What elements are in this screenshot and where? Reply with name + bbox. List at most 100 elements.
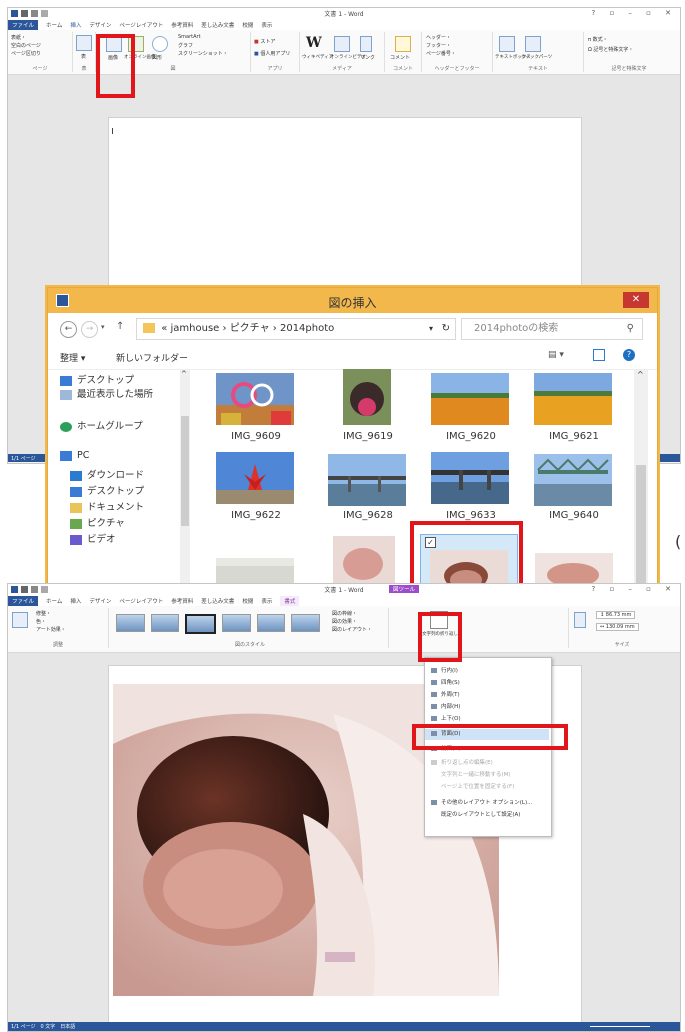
style-thumb-icon[interactable]: [222, 614, 251, 632]
picture-layout-button[interactable]: 図のレイアウト・: [332, 626, 372, 633]
online-video-icon[interactable]: [334, 36, 350, 52]
picture-style-gallery[interactable]: [116, 614, 321, 634]
header-button[interactable]: ヘッダー・: [426, 34, 451, 41]
table-icon[interactable]: [76, 35, 92, 51]
textbox-icon[interactable]: [499, 36, 515, 52]
files-scrollbar[interactable]: ^: [634, 370, 648, 583]
screenshot-button[interactable]: スクリーンショット・: [178, 50, 228, 57]
tab-home[interactable]: ホーム: [46, 597, 62, 605]
view-options-icon[interactable]: ▤ ▾: [548, 350, 564, 360]
artistic-effects-button[interactable]: アート効果・: [36, 626, 66, 633]
photo-item-9640[interactable]: IMG_9640: [526, 452, 621, 526]
footer-button[interactable]: フッター・: [426, 42, 451, 49]
nav-scrollbar[interactable]: ^: [180, 370, 190, 583]
photo-item-9622[interactable]: IMG_9622: [208, 452, 303, 526]
style-thumb-icon[interactable]: [150, 614, 180, 632]
tab-file[interactable]: ファイル: [8, 19, 39, 30]
store-button[interactable]: ■ ストア: [254, 38, 275, 45]
link-icon[interactable]: [360, 36, 372, 52]
photo-item-9619[interactable]: IMG_9619: [320, 369, 415, 447]
style-thumb-icon[interactable]: [185, 614, 217, 634]
files-scroll-up-icon[interactable]: ^: [637, 370, 644, 379]
nav-pictures[interactable]: ピクチャ: [70, 515, 125, 529]
nav-scroll-up-icon[interactable]: ^: [181, 370, 187, 378]
tab-file[interactable]: ファイル: [8, 595, 39, 606]
new-folder-button[interactable]: 新しいフォルダー: [116, 351, 188, 364]
preview-pane-icon[interactable]: [593, 349, 605, 361]
nav-recent-places[interactable]: 最近表示した場所: [60, 386, 153, 400]
color-button[interactable]: 色・: [36, 618, 46, 625]
forward-button[interactable]: →: [81, 321, 98, 338]
my-apps-button[interactable]: ■ 個人用アプリ: [254, 50, 290, 57]
address-dropdown-icon[interactable]: ▾: [429, 319, 433, 339]
photo-item-row3-2[interactable]: [333, 536, 395, 583]
window-controls[interactable]: ? ▫ – ▫ ✕: [592, 9, 677, 17]
tab-page-layout[interactable]: ページレイアウト: [119, 597, 163, 605]
breadcrumb-pictures[interactable]: ピクチャ: [230, 323, 270, 334]
window-controls-bottom[interactable]: ? ▫ – ▫ ✕: [592, 585, 677, 593]
organize-button[interactable]: 整理 ▾: [60, 351, 85, 364]
zoom-slider[interactable]: [590, 1026, 650, 1027]
symbol-button[interactable]: Ω 記号と特殊文字・: [588, 46, 633, 53]
menu-item-square[interactable]: 四角(S): [431, 678, 460, 686]
page-number-button[interactable]: ページ番号・: [426, 50, 456, 57]
tab-review[interactable]: 校閲: [242, 597, 253, 605]
photo-item-9621[interactable]: IMG_9621: [526, 373, 621, 447]
tab-references[interactable]: 参考資料: [171, 21, 193, 29]
nav-documents[interactable]: ドキュメント: [70, 499, 144, 513]
quick-parts-icon[interactable]: [525, 36, 541, 52]
help-icon[interactable]: ?: [623, 349, 635, 361]
comment-icon[interactable]: [395, 36, 411, 52]
nav-pc[interactable]: PC: [60, 450, 89, 461]
nav-homegroup[interactable]: ホームグループ: [60, 418, 143, 432]
width-field[interactable]: ↔ 130.09 mm: [596, 623, 639, 631]
tab-mailings[interactable]: 差し込み文書: [201, 597, 234, 605]
tab-view[interactable]: 表示: [261, 597, 272, 605]
cover-page-button[interactable]: 表紙・: [11, 34, 26, 41]
photo-item-row3-4[interactable]: [535, 553, 613, 583]
chart-button[interactable]: グラフ: [178, 42, 193, 49]
tab-design[interactable]: デザイン: [89, 597, 111, 605]
tab-mailings[interactable]: 差し込み文書: [201, 21, 234, 29]
tab-references[interactable]: 参考資料: [171, 597, 193, 605]
height-field[interactable]: ↕ 86.73 mm: [596, 611, 636, 619]
blank-page-button[interactable]: 空白のページ: [11, 42, 41, 49]
refresh-icon[interactable]: ↻: [442, 319, 450, 339]
picture-border-button[interactable]: 図の枠線・: [332, 610, 357, 617]
style-thumb-icon[interactable]: [116, 614, 145, 632]
dialog-close-button[interactable]: ✕: [623, 292, 649, 308]
photo-item-9620[interactable]: IMG_9620: [423, 373, 518, 447]
menu-item-top-bottom[interactable]: 上下(O): [431, 714, 461, 722]
style-thumb-icon[interactable]: [256, 614, 286, 632]
photo-item-row3-1[interactable]: [216, 558, 294, 583]
address-bar[interactable]: « jamhouse › ピクチャ › 2014photo ▾ ↻: [136, 318, 456, 340]
crop-icon[interactable]: [574, 612, 586, 628]
menu-item-through[interactable]: 内部(H): [431, 702, 460, 710]
nav-desktop[interactable]: デスクトップ: [60, 372, 134, 386]
tab-design[interactable]: デザイン: [89, 21, 111, 29]
nav-downloads[interactable]: ダウンロード: [70, 467, 144, 481]
photo-item-9628[interactable]: IMG_9628: [320, 452, 415, 526]
menu-item-more-layout[interactable]: その他のレイアウト オプション(L)...: [431, 798, 532, 806]
remove-background-icon[interactable]: [12, 612, 28, 628]
search-icon[interactable]: ⚲: [627, 319, 634, 339]
tab-home[interactable]: ホーム: [46, 21, 62, 29]
tab-view[interactable]: 表示: [261, 21, 272, 29]
tab-format[interactable]: 書式: [280, 595, 300, 606]
photo-item-9633[interactable]: IMG_9633: [423, 452, 518, 526]
picture-effects-button[interactable]: 図の効果・: [332, 618, 357, 625]
smartart-button[interactable]: SmartArt: [178, 34, 201, 40]
nav-videos[interactable]: ビデオ: [70, 531, 116, 545]
wikipedia-icon[interactable]: W: [306, 35, 322, 51]
menu-item-tight[interactable]: 外周(T): [431, 690, 460, 698]
breadcrumb-2014photo[interactable]: 2014photo: [280, 323, 334, 334]
breadcrumb-jamhouse[interactable]: jamhouse: [171, 323, 220, 334]
tab-page-layout[interactable]: ページレイアウト: [119, 21, 163, 29]
search-input[interactable]: 2014photoの検索 ⚲: [461, 318, 643, 340]
photo-item-9609[interactable]: IMG_9609: [208, 373, 303, 447]
menu-item-set-default[interactable]: 既定のレイアウトとして設定(A): [441, 810, 520, 818]
tab-insert[interactable]: 挿入: [70, 21, 81, 29]
corrections-button[interactable]: 修整・: [36, 610, 51, 617]
nav-scroll-thumb[interactable]: [181, 416, 189, 526]
nav-desktop-2[interactable]: デスクトップ: [70, 483, 144, 497]
